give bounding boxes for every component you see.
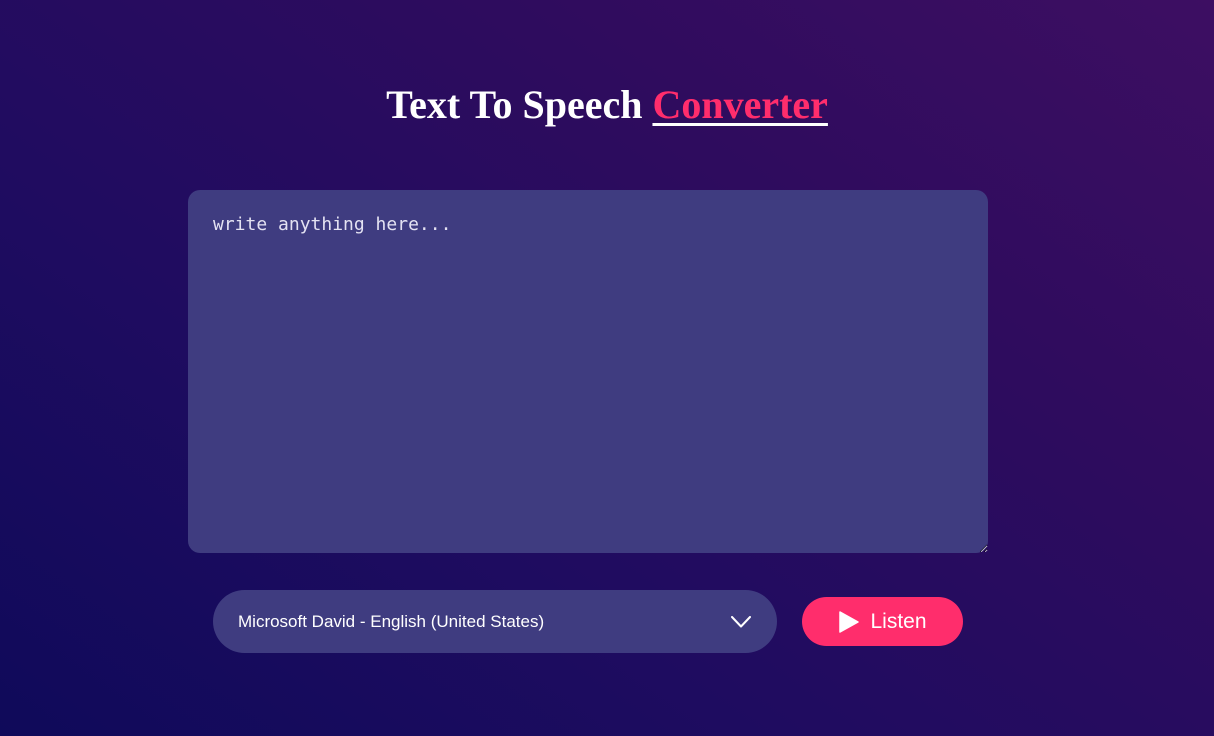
page-title: Text To Speech Converter [0, 80, 1214, 130]
text-input-container [188, 190, 988, 553]
voice-select[interactable]: Microsoft David - English (United States… [213, 590, 777, 653]
voice-select-value: Microsoft David - English (United States… [238, 611, 545, 631]
text-input[interactable] [188, 190, 988, 553]
page: { "header": { "title_main": "Text To Spe… [0, 0, 1214, 736]
page-title-main: Text To Speech [386, 82, 653, 127]
listen-button[interactable]: Listen [802, 597, 963, 646]
chevron-down-icon [730, 611, 752, 633]
page-title-accent: Converter [652, 82, 828, 127]
play-icon [838, 610, 860, 633]
controls-row: Microsoft David - English (United States… [213, 590, 963, 653]
listen-button-label: Listen [870, 609, 927, 633]
